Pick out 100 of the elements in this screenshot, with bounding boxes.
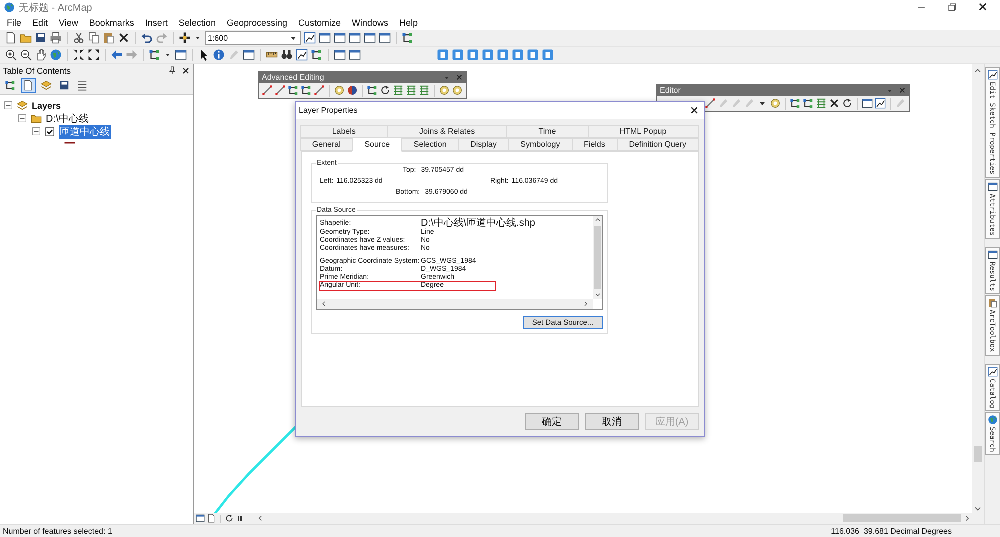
dialog-button[interactable]: 取消 — [585, 413, 639, 430]
tree-item[interactable]: 匝道中心线 — [59, 124, 111, 138]
info-icon[interactable] — [213, 49, 225, 61]
menu-item[interactable]: Edit — [32, 18, 48, 28]
tile-icon[interactable] — [452, 49, 464, 61]
arrow-left-icon[interactable] — [111, 49, 123, 61]
node-icon[interactable] — [149, 49, 161, 61]
tab[interactable]: Display — [458, 138, 510, 151]
window-icon[interactable] — [319, 32, 331, 44]
grid-icon[interactable] — [406, 85, 417, 96]
pause-icon[interactable] — [236, 514, 244, 522]
window-icon[interactable] — [243, 49, 255, 61]
menu-item[interactable]: Geoprocessing — [226, 18, 288, 28]
tile-icon[interactable] — [467, 49, 479, 61]
refresh-icon[interactable] — [225, 514, 234, 523]
menu-item[interactable]: Help — [400, 18, 418, 28]
window-icon[interactable] — [379, 32, 391, 44]
tile-icon[interactable] — [542, 49, 554, 61]
caret-icon[interactable] — [164, 51, 172, 59]
chart-icon[interactable] — [875, 98, 886, 109]
plus-icon[interactable] — [179, 32, 191, 44]
tab[interactable]: Selection — [401, 138, 460, 151]
pin-icon[interactable] — [168, 66, 177, 75]
scrollbar[interactable] — [593, 216, 602, 299]
globe-icon[interactable] — [50, 49, 62, 61]
scroll-left-icon[interactable] — [320, 300, 328, 308]
node-icon[interactable] — [790, 98, 801, 109]
view-button[interactable] — [21, 78, 36, 93]
folder-icon[interactable] — [20, 32, 32, 44]
arrows-out-icon[interactable] — [88, 49, 100, 61]
new-document-icon[interactable] — [5, 32, 17, 44]
checkbox-icon[interactable] — [45, 126, 55, 136]
tile-icon[interactable] — [512, 49, 524, 61]
tree-item[interactable]: Layers — [32, 100, 62, 110]
dialog-button[interactable]: 确定 — [525, 413, 579, 430]
tile-icon[interactable] — [437, 49, 449, 61]
menu-item[interactable]: Customize — [298, 18, 342, 28]
tile-icon[interactable] — [527, 49, 539, 61]
node-icon[interactable] — [367, 85, 378, 96]
window-icon[interactable] — [349, 32, 361, 44]
tab[interactable]: Time — [506, 125, 589, 138]
clipboard-icon[interactable] — [103, 32, 115, 44]
refresh-icon[interactable] — [380, 85, 391, 96]
delete-icon[interactable] — [978, 2, 988, 12]
arrows-in-icon[interactable] — [73, 49, 85, 61]
node-icon[interactable] — [288, 85, 299, 96]
tab[interactable]: HTML Popup — [588, 125, 699, 138]
scroll-up-icon[interactable] — [594, 216, 602, 224]
tab[interactable]: Labels — [300, 125, 388, 138]
tab[interactable]: Fields — [572, 138, 618, 151]
scissors-icon[interactable] — [73, 32, 85, 44]
menu-item[interactable]: Bookmarks — [89, 18, 134, 28]
tab[interactable]: Joins & Relates — [387, 125, 508, 138]
delete-icon[interactable] — [118, 32, 130, 44]
chart-icon[interactable] — [304, 32, 316, 44]
tab[interactable]: General — [300, 138, 354, 151]
tab[interactable]: Symbology — [508, 138, 573, 151]
tree-item[interactable]: D:\中心线 — [46, 112, 89, 126]
menu-item[interactable]: File — [7, 18, 22, 28]
collapse-icon[interactable] — [32, 127, 41, 136]
hand-icon[interactable] — [35, 49, 47, 61]
segment-icon[interactable] — [262, 85, 273, 96]
window-icon[interactable] — [364, 32, 376, 44]
window-icon[interactable] — [196, 514, 205, 523]
delete-icon[interactable] — [690, 106, 699, 115]
copy-icon[interactable] — [88, 32, 100, 44]
grid-icon[interactable] — [393, 85, 404, 96]
delete-icon[interactable] — [829, 98, 840, 109]
tile-icon[interactable] — [482, 49, 494, 61]
scroll-thumb[interactable] — [974, 446, 982, 462]
scale-field[interactable]: 1:600 — [205, 31, 301, 45]
window-icon[interactable] — [334, 32, 346, 44]
binoculars-icon[interactable] — [281, 49, 293, 61]
node-icon[interactable] — [402, 32, 414, 44]
scroll-thumb[interactable] — [843, 514, 961, 522]
grid-icon[interactable] — [816, 98, 827, 109]
chart-icon[interactable] — [296, 49, 308, 61]
node-icon[interactable] — [311, 49, 323, 61]
segment-icon[interactable] — [275, 85, 286, 96]
node-icon[interactable] — [803, 98, 814, 109]
menu-item[interactable]: View — [59, 18, 78, 28]
zoom-in-icon[interactable] — [5, 49, 17, 61]
scroll-thumb[interactable] — [594, 226, 601, 289]
collapse-icon[interactable] — [18, 114, 27, 123]
segment-icon[interactable] — [314, 85, 325, 96]
sphere-icon[interactable] — [347, 85, 358, 96]
grid-icon[interactable] — [419, 85, 430, 96]
restore-icon[interactable] — [947, 2, 958, 13]
zoom-out-icon[interactable] — [20, 49, 32, 61]
refresh-icon[interactable] — [842, 98, 853, 109]
collapse-icon[interactable] — [4, 101, 13, 110]
window-icon[interactable] — [334, 49, 346, 61]
pointer-icon[interactable] — [198, 49, 210, 61]
scrollbar[interactable] — [317, 299, 593, 309]
menu-item[interactable]: Insert — [145, 18, 168, 28]
new-document-icon[interactable] — [207, 514, 216, 523]
undo-icon[interactable] — [141, 32, 153, 44]
caret-icon[interactable] — [194, 34, 202, 42]
window-icon[interactable] — [175, 49, 187, 61]
printer-icon[interactable] — [50, 32, 62, 44]
